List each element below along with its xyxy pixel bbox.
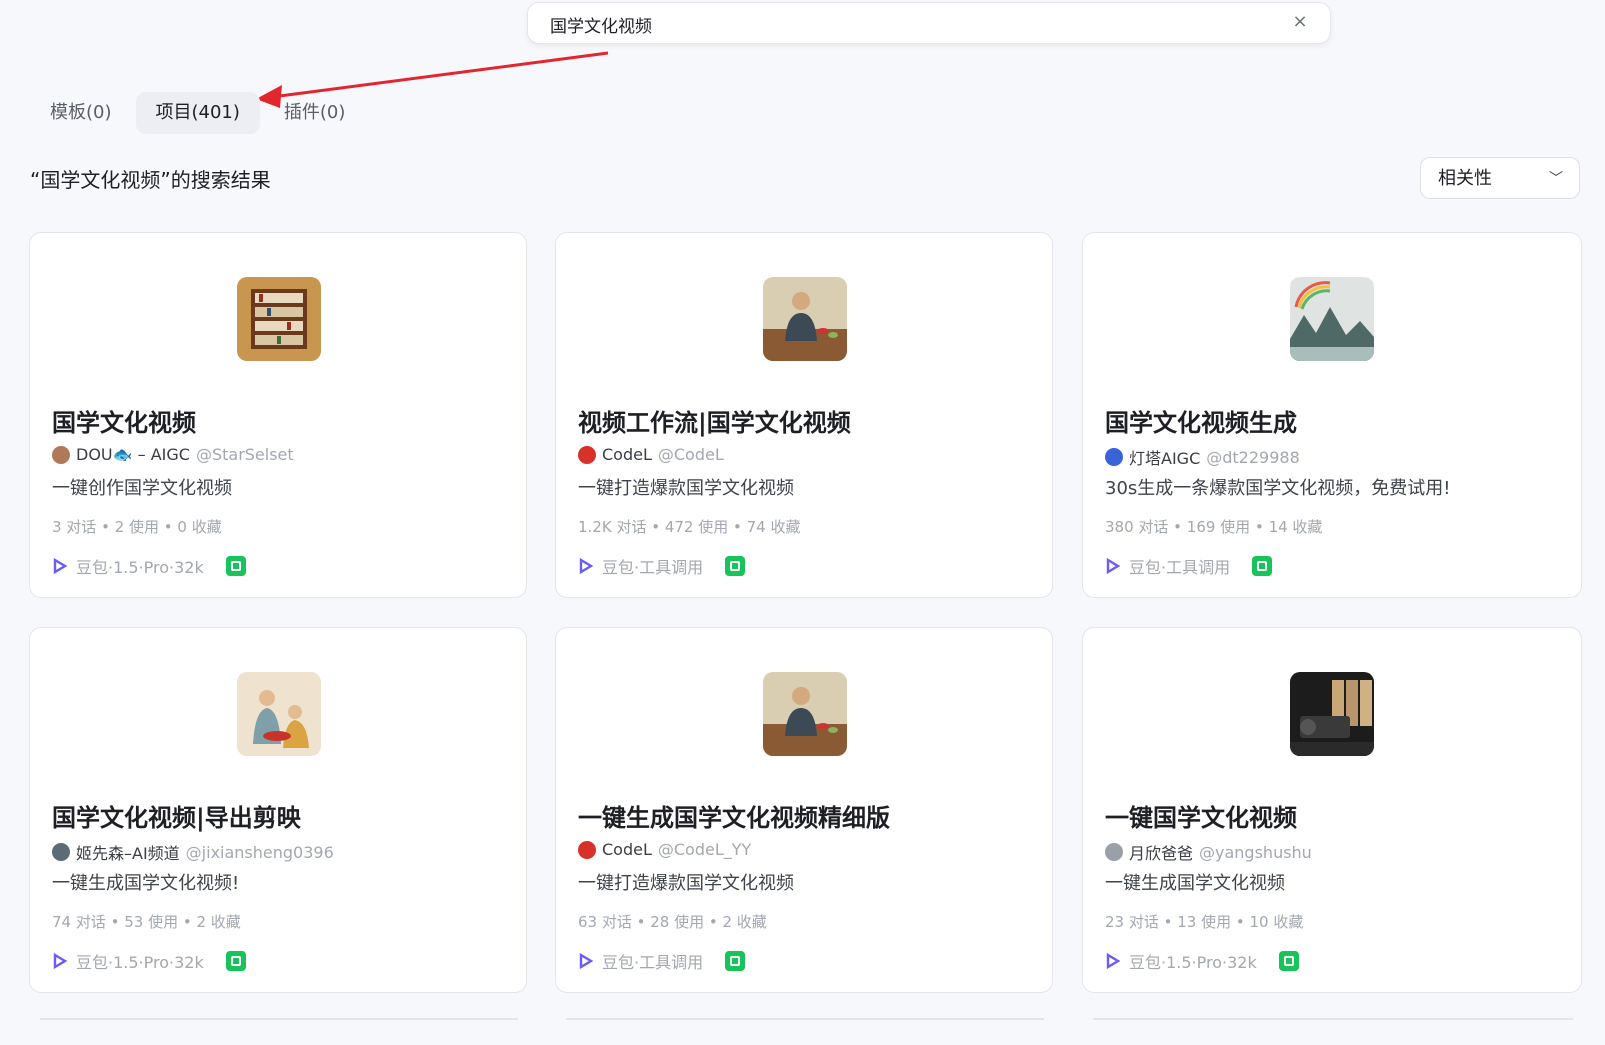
project-title: 国学文化视频|导出剪映 [52, 804, 301, 832]
author-handle: @CodeL [657, 445, 724, 464]
avatar [578, 445, 596, 464]
next-row-card-edge [1093, 1018, 1573, 1020]
model-name: 豆包·工具调用 [1129, 558, 1231, 577]
doubao-logo-icon [579, 953, 594, 969]
project-thumbnail [763, 277, 847, 361]
doubao-logo-icon [53, 558, 68, 574]
model-info: 豆包·工具调用 [1105, 554, 1273, 578]
avatar [578, 840, 596, 859]
project-author[interactable]: 灯塔AIGC @dt229988 [1105, 445, 1300, 469]
plugin-icon [225, 556, 246, 576]
author-name: CodeL [602, 840, 652, 859]
result-tabs: 模板(0) 项目(401) 插件(0) [30, 92, 365, 134]
project-description: 30s生成一条爆款国学文化视频，免费试用! [1105, 478, 1451, 499]
model-name: 豆包·1.5·Pro·32k [1129, 953, 1257, 972]
model-name: 豆包·1.5·Pro·32k [76, 953, 204, 972]
project-stats: 63 对话 • 28 使用 • 2 收藏 [578, 913, 767, 931]
project-author[interactable]: 月欣爸爸 @yangshushu [1105, 840, 1312, 864]
project-stats: 23 对话 • 13 使用 • 10 收藏 [1105, 913, 1304, 931]
project-stats: 74 对话 • 53 使用 • 2 收藏 [52, 913, 241, 931]
model-info: 豆包·工具调用 [578, 949, 746, 973]
project-author[interactable]: 姬先森–AI频道 @jixiansheng0396 [52, 840, 334, 864]
plugin-icon [1278, 951, 1299, 971]
project-author[interactable]: CodeL @CodeL_YY [578, 840, 751, 859]
plugin-icon [725, 951, 746, 971]
close-icon[interactable]: × [1290, 12, 1310, 32]
project-thumbnail [763, 672, 847, 756]
project-card[interactable]: 国学文化视频|导出剪映 姬先森–AI频道 @jixiansheng0396 一键… [29, 627, 527, 993]
doubao-logo-icon [53, 953, 68, 969]
author-name: DOU🐟 – AIGC [76, 445, 190, 464]
tab-templates[interactable]: 模板(0) [30, 92, 132, 134]
model-name: 豆包·工具调用 [602, 953, 704, 972]
sort-dropdown[interactable]: 相关性 ﹀ [1420, 157, 1580, 199]
plugin-icon [1252, 556, 1273, 576]
next-row-card-edge [40, 1018, 518, 1020]
author-name: CodeL [602, 445, 652, 464]
search-input[interactable] [548, 9, 1272, 39]
project-thumbnail [1290, 672, 1374, 756]
project-description: 一键生成国学文化视频 [1105, 873, 1285, 894]
avatar [52, 445, 70, 464]
project-thumbnail [237, 672, 321, 756]
doubao-logo-icon [1106, 558, 1121, 574]
model-info: 豆包·1.5·Pro·32k [52, 949, 246, 973]
model-name: 豆包·1.5·Pro·32k [76, 558, 204, 577]
model-info: 豆包·1.5·Pro·32k [52, 554, 246, 578]
author-handle: @jixiansheng0396 [185, 842, 334, 862]
author-handle: @StarSelset [195, 445, 294, 464]
project-title: 一键国学文化视频 [1105, 804, 1297, 832]
project-card[interactable]: 视频工作流|国学文化视频 CodeL @CodeL 一键打造爆款国学文化视频 1… [555, 232, 1053, 598]
plugin-icon [725, 556, 746, 576]
project-description: 一键打造爆款国学文化视频 [578, 478, 794, 499]
avatar [52, 843, 70, 861]
project-card[interactable]: 国学文化视频生成 灯塔AIGC @dt229988 30s生成一条爆款国学文化视… [1082, 232, 1582, 598]
project-title: 国学文化视频生成 [1105, 409, 1297, 437]
project-stats: 380 对话 • 169 使用 • 14 收藏 [1105, 518, 1323, 536]
results-title: “国学文化视频”的搜索结果 [30, 168, 271, 192]
project-title: 一键生成国学文化视频精细版 [578, 804, 890, 832]
project-stats: 1.2K 对话 • 472 使用 • 74 收藏 [578, 518, 801, 536]
model-info: 豆包·1.5·Pro·32k [1105, 949, 1299, 973]
next-row-card-edge [566, 1018, 1044, 1020]
author-handle: @dt229988 [1206, 447, 1300, 467]
project-title: 视频工作流|国学文化视频 [578, 409, 851, 437]
project-title: 国学文化视频 [52, 409, 196, 437]
project-stats: 3 对话 • 2 使用 • 0 收藏 [52, 518, 222, 536]
sort-selected: 相关性 [1438, 168, 1492, 189]
author-name: 姬先森–AI频道 [76, 844, 180, 863]
project-thumbnail [1290, 277, 1374, 361]
doubao-logo-icon [579, 558, 594, 574]
project-card[interactable]: 一键国学文化视频 月欣爸爸 @yangshushu 一键生成国学文化视频 23 … [1082, 627, 1582, 993]
author-handle: @yangshushu [1199, 842, 1312, 862]
plugin-icon [225, 951, 246, 971]
project-author[interactable]: DOU🐟 – AIGC @StarSelset [52, 445, 294, 464]
model-info: 豆包·工具调用 [578, 554, 746, 578]
doubao-logo-icon [1106, 953, 1121, 969]
project-thumbnail [237, 277, 321, 361]
chevron-down-icon: ﹀ [1549, 171, 1563, 187]
project-card[interactable]: 一键生成国学文化视频精细版 CodeL @CodeL_YY 一键打造爆款国学文化… [555, 627, 1053, 993]
author-name: 灯塔AIGC [1129, 449, 1201, 468]
project-card[interactable]: 国学文化视频 DOU🐟 – AIGC @StarSelset 一键创作国学文化视… [29, 232, 527, 598]
project-author[interactable]: CodeL @CodeL [578, 445, 724, 464]
project-description: 一键打造爆款国学文化视频 [578, 873, 794, 894]
avatar [1105, 448, 1123, 466]
search-box[interactable]: × [527, 2, 1331, 44]
tab-projects[interactable]: 项目(401) [135, 92, 260, 134]
tab-plugins[interactable]: 插件(0) [264, 92, 366, 134]
project-description: 一键创作国学文化视频 [52, 478, 232, 499]
avatar [1105, 843, 1123, 861]
model-name: 豆包·工具调用 [602, 558, 704, 577]
project-description: 一键生成国学文化视频! [52, 873, 240, 894]
author-handle: @CodeL_YY [657, 840, 752, 859]
author-name: 月欣爸爸 [1129, 844, 1194, 863]
